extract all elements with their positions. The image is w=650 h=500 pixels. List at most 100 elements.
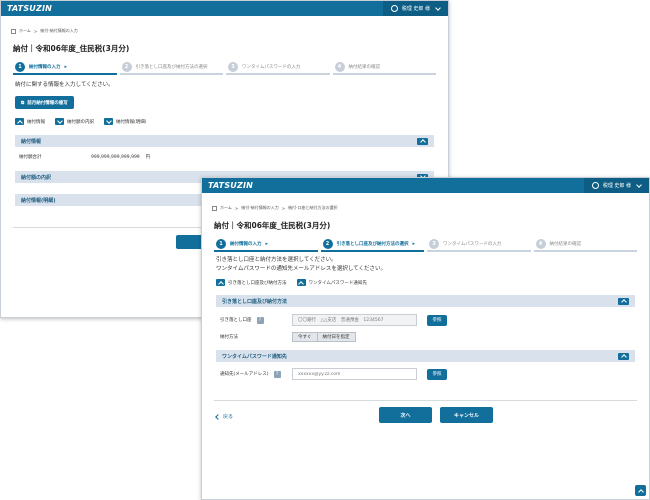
lead-text: 納付に関する情報を入力してください。 xyxy=(15,82,114,88)
chevron-down-icon xyxy=(435,4,441,11)
email-ref-button[interactable]: 参照 xyxy=(427,368,447,380)
copy-icon: ⧉ xyxy=(21,100,25,105)
arrow-right-icon: ▸ xyxy=(412,241,416,247)
step-number: 3 xyxy=(429,239,439,249)
scroll-top-button[interactable] xyxy=(635,485,646,496)
breadcrumb: ホーム > 納付-納付情報の入力 > 納付-口座と納付方法の選択 xyxy=(202,193,649,213)
step-2: 2 引き落とし口座及び納付方法の選択 xyxy=(119,61,223,75)
step-number: 4 xyxy=(334,62,345,72)
amount-unit: 円 xyxy=(145,155,151,160)
app-header: TATSUZIN 税理 史郎 様 xyxy=(1,1,448,16)
step-label: 納付情報の入力 xyxy=(29,65,61,70)
copy-previous-button[interactable]: ⧉ 前月納付情報の複写 xyxy=(15,96,74,109)
lead-text-1: 引き落とし口座と納付方法を選択してください。 xyxy=(216,257,337,263)
email-field[interactable]: xxxxxx@yy.zz.com xyxy=(292,368,417,380)
user-icon xyxy=(390,5,398,12)
foreground-window: TATSUZIN 税理 史郎 様 ホーム > 納付-納付情報の入力 > 納付-口… xyxy=(201,177,650,500)
step-2: 2 引き落とし口座及び納付方法の選択 ▸ xyxy=(320,238,424,252)
toggle-detail[interactable]: 納付情報(明細) xyxy=(104,118,147,125)
breadcrumb-current: 納付-納付情報の入力 xyxy=(40,28,78,33)
user-menu[interactable]: 税理 史郎 様 xyxy=(382,1,448,16)
step-label: 納付情報の入力 xyxy=(230,242,262,247)
section-title: 納付額の内訳 xyxy=(21,174,52,181)
user-name: 税理 史郎 様 xyxy=(602,183,631,189)
method-date[interactable]: 納付日を指定 xyxy=(316,333,355,341)
breadcrumb-home[interactable]: ホーム xyxy=(220,205,232,211)
user-icon xyxy=(591,182,599,189)
app-header: TATSUZIN 税理 史郎 様 xyxy=(202,178,649,193)
section-account: 引き落とし口座及び納付方法 xyxy=(216,295,635,307)
account-field[interactable]: 〇〇銀行 △△支店 普通預金 1234567 xyxy=(292,314,417,326)
chevron-down-icon xyxy=(636,181,642,188)
app-logo: TATSUZIN xyxy=(7,4,53,13)
app-logo: TATSUZIN xyxy=(208,181,254,190)
method-segment: 今すぐ 納付日を指定 xyxy=(292,332,356,342)
page-title: 納付｜令和06年度_住民税(3月分) xyxy=(214,221,331,230)
section-toggles: 引き落とし口座及び納付方法 ワンタイムパスワード通知先 xyxy=(202,279,367,286)
home-icon xyxy=(11,28,16,34)
step-number: 3 xyxy=(228,62,238,72)
lead-text-2: ワンタイムパスワードの通知先メールアドレスを選択してください。 xyxy=(216,266,387,272)
step-3: 3 ワンタイムパスワードの入力 xyxy=(427,238,531,252)
step-3: 3 ワンタイムパスワードの入力 xyxy=(226,61,330,75)
account-ref-button[interactable]: 参照 xyxy=(427,314,447,326)
amount-row: 納付額合計 999,999,999,999,999 円 xyxy=(1,154,151,161)
step-number: 4 xyxy=(535,239,546,249)
account-label: 引き落とし口座 ? xyxy=(220,316,292,324)
page-title: 納付｜令和06年度_住民税(3月分) xyxy=(13,44,130,53)
chevron-down-icon xyxy=(104,118,113,125)
help-icon[interactable]: ? xyxy=(273,370,281,378)
help-icon[interactable]: ? xyxy=(256,316,264,324)
account-row: 引き落とし口座 ? 〇〇銀行 △△支店 普通預金 1234567 参照 xyxy=(202,314,447,326)
method-row: 納付方法 今すぐ 納付日を指定 xyxy=(202,332,356,342)
step-number: 1 xyxy=(15,62,25,72)
divider xyxy=(214,400,637,401)
amount-label: 納付額合計 xyxy=(19,155,42,160)
collapse-icon[interactable] xyxy=(618,352,629,360)
cancel-button[interactable]: キャンセル xyxy=(440,407,493,423)
step-label: 引き落とし口座及び納付方法の選択 xyxy=(135,65,208,70)
toggle-otp[interactable]: ワンタイムパスワード通知先 xyxy=(296,279,367,286)
section-toggles: 納付情報 納付額の内訳 納付情報(明細) xyxy=(1,118,147,125)
chevron-left-icon xyxy=(215,413,221,420)
email-row: 通知先(メールアドレス) ? xxxxxx@yy.zz.com 参照 xyxy=(202,368,447,380)
breadcrumb-current: 納付-口座と納付方法の選択 xyxy=(288,205,338,210)
step-1: 1 納付情報の入力 ▸ xyxy=(13,61,117,75)
amount-value: 999,999,999,999,999 xyxy=(91,154,140,160)
step-indicator: 1 納付情報の入力 ▸ 2 引き落とし口座及び納付方法の選択 ▸ 3 ワンタイム… xyxy=(214,238,637,252)
step-label: 納付結果の確認 xyxy=(348,65,381,70)
section-payment-info: 納付情報 xyxy=(15,135,434,147)
section-title: ワンタイムパスワード通知先 xyxy=(222,353,287,360)
chevron-up-icon xyxy=(15,118,24,125)
toggle-account[interactable]: 引き落とし口座及び納付方法 xyxy=(216,279,287,286)
toggle-info[interactable]: 納付情報 xyxy=(15,118,45,125)
toggle-breakdown[interactable]: 納付額の内訳 xyxy=(55,118,94,125)
step-indicator: 1 納付情報の入力 ▸ 2 引き落とし口座及び納付方法の選択 3 ワンタイムパス… xyxy=(13,61,436,75)
method-now[interactable]: 今すぐ xyxy=(293,333,317,341)
step-number: 2 xyxy=(322,239,333,249)
email-label: 通知先(メールアドレス) ? xyxy=(220,370,292,378)
breadcrumb-input[interactable]: 納付-納付情報の入力 xyxy=(241,205,278,211)
step-number: 1 xyxy=(216,239,226,249)
collapse-icon[interactable] xyxy=(618,297,629,305)
breadcrumb: ホーム > 納付-納付情報の入力 xyxy=(1,16,448,36)
collapse-icon[interactable] xyxy=(417,137,428,145)
step-4: 4 納付結果の確認 xyxy=(332,61,436,75)
step-label: 引き落とし口座及び納付方法の選択 xyxy=(336,242,409,247)
breadcrumb-home[interactable]: ホーム xyxy=(19,28,31,34)
step-label: ワンタイムパスワードの入力 xyxy=(443,242,502,247)
section-otp: ワンタイムパスワード通知先 xyxy=(216,350,635,362)
section-title: 納付情報 xyxy=(21,138,42,145)
next-button[interactable]: 次へ xyxy=(379,407,432,423)
user-name: 税理 史郎 様 xyxy=(401,6,430,12)
user-menu[interactable]: 税理 史郎 様 xyxy=(583,178,649,193)
step-label: ワンタイムパスワードの入力 xyxy=(242,65,301,70)
step-1: 1 納付情報の入力 ▸ xyxy=(214,238,318,252)
back-link[interactable]: 戻る xyxy=(215,413,233,420)
section-title: 引き落とし口座及び納付方法 xyxy=(222,298,288,305)
method-label: 納付方法 xyxy=(220,335,238,340)
chevron-up-icon xyxy=(216,279,225,286)
arrow-right-icon: ▸ xyxy=(265,241,269,247)
step-label: 納付結果の確認 xyxy=(549,242,582,247)
section-title: 納付情報(明細) xyxy=(21,197,56,204)
